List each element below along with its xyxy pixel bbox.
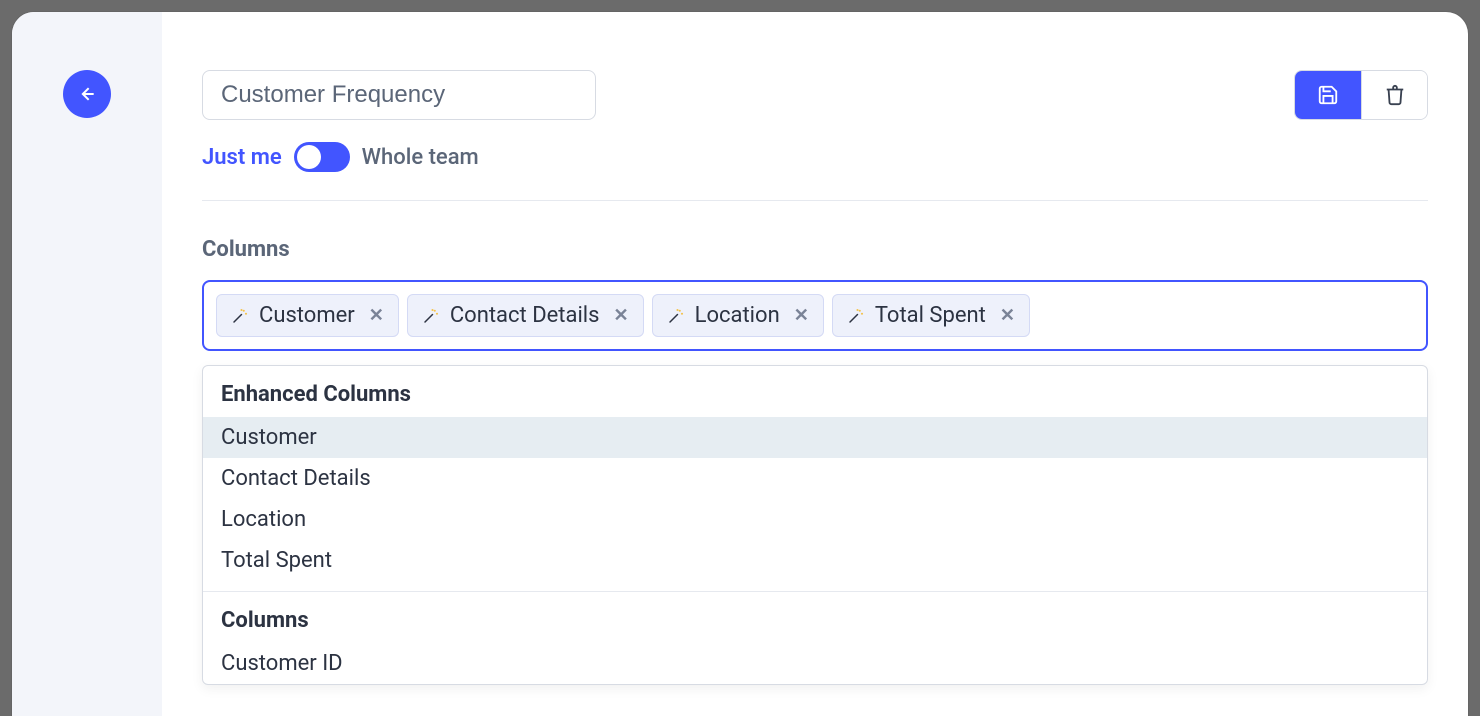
- remove-chip-icon[interactable]: ✕: [794, 305, 809, 326]
- magic-wand-icon: [422, 307, 440, 325]
- visibility-label-whole-team[interactable]: Whole team: [362, 145, 479, 170]
- visibility-toggle-row: Just me Whole team: [202, 142, 1428, 201]
- column-chip: Location ✕: [652, 294, 824, 337]
- dropdown-option[interactable]: Location: [203, 499, 1427, 540]
- remove-chip-icon[interactable]: ✕: [614, 305, 629, 326]
- visibility-toggle[interactable]: [294, 142, 350, 172]
- column-chip: Total Spent ✕: [832, 294, 1030, 337]
- modal: Just me Whole team Columns Customer✕Cont…: [12, 12, 1468, 716]
- dropdown-option[interactable]: Contact Details: [203, 458, 1427, 499]
- magic-wand-icon: [422, 307, 440, 325]
- columns-section-label: Columns: [202, 237, 1428, 262]
- magic-wand-icon: [231, 307, 249, 325]
- view-title-input[interactable]: [202, 70, 596, 120]
- remove-chip-icon[interactable]: ✕: [1000, 305, 1015, 326]
- columns-dropdown[interactable]: Enhanced ColumnsCustomerContact DetailsL…: [202, 365, 1428, 685]
- magic-wand-icon: [231, 307, 249, 325]
- main-content: Just me Whole team Columns Customer✕Cont…: [162, 12, 1468, 716]
- trash-icon: [1384, 84, 1406, 106]
- left-rail: [12, 12, 162, 716]
- column-chip-label: Total Spent: [875, 303, 986, 328]
- action-buttons: [1294, 70, 1428, 120]
- columns-multiselect-input[interactable]: Customer✕Contact Details✕Location✕Total …: [202, 280, 1428, 351]
- header-row: [202, 70, 1428, 120]
- column-chip: Customer ✕: [216, 294, 399, 337]
- column-chip: Contact Details ✕: [407, 294, 644, 337]
- dropdown-option[interactable]: Customer: [203, 417, 1427, 458]
- magic-wand-icon: [667, 307, 685, 325]
- toggle-knob: [297, 145, 321, 169]
- delete-button[interactable]: [1361, 71, 1427, 119]
- save-icon: [1317, 84, 1339, 106]
- column-chip-label: Contact Details: [450, 303, 600, 328]
- dropdown-group-header: Enhanced Columns: [203, 366, 1427, 417]
- column-chip-label: Customer: [259, 303, 355, 328]
- dropdown-option[interactable]: Customer ID: [203, 643, 1427, 684]
- dropdown-option[interactable]: Total Spent: [203, 540, 1427, 581]
- column-chip-label: Location: [695, 303, 780, 328]
- visibility-label-just-me[interactable]: Just me: [202, 145, 282, 170]
- arrow-left-icon: [77, 84, 97, 104]
- magic-wand-icon: [847, 307, 865, 325]
- remove-chip-icon[interactable]: ✕: [369, 305, 384, 326]
- save-button[interactable]: [1295, 71, 1361, 119]
- back-button[interactable]: [63, 70, 111, 118]
- outer-frame: Just me Whole team Columns Customer✕Cont…: [0, 0, 1480, 716]
- magic-wand-icon: [847, 307, 865, 325]
- magic-wand-icon: [667, 307, 685, 325]
- dropdown-group-header: Columns: [203, 592, 1427, 643]
